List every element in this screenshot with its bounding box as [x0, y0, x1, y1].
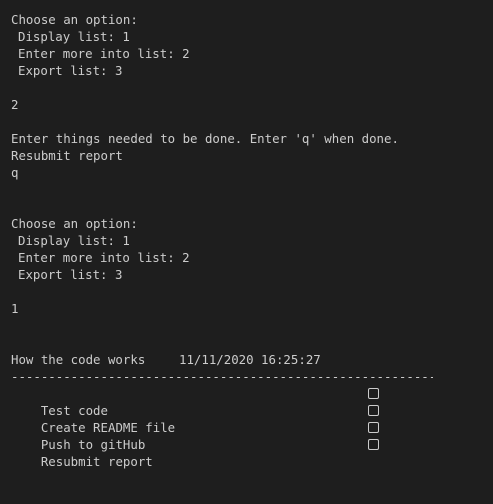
empty-checkbox-icon — [368, 405, 379, 416]
entry-instructions: Enter things needed to be done. Enter 'q… — [11, 131, 399, 146]
task-row: Create README file — [11, 402, 383, 435]
menu-option-export: Export list: 3 — [18, 63, 123, 78]
user-input: 1 — [11, 301, 19, 316]
user-input: 2 — [11, 97, 19, 112]
terminal-output[interactable]: Choose an option: Display list: 1 Enter … — [0, 0, 493, 470]
task-row: Push to gitHub — [11, 419, 383, 452]
empty-checkbox-icon — [368, 422, 379, 433]
report-header: How the code works 11/11/2020 16:25:27 — [11, 351, 493, 368]
menu-option-enter: Enter more into list: 2 — [18, 46, 190, 61]
menu-option-display: Display list: 1 — [18, 233, 130, 248]
report-separator: ----------------------------------------… — [11, 369, 433, 384]
task-label: Resubmit report — [40, 454, 153, 469]
empty-checkbox-icon — [368, 439, 379, 450]
menu-prompt: Choose an option: — [11, 216, 138, 231]
task-row: Test code — [11, 385, 383, 418]
entered-item: q — [11, 165, 19, 180]
menu-prompt: Choose an option: — [11, 12, 138, 27]
report-datetime: 11/11/2020 16:25:27 — [179, 352, 321, 367]
entered-item: Resubmit report — [11, 148, 123, 163]
task-row: Resubmit report — [11, 436, 383, 469]
report-title: How the code works — [11, 352, 146, 367]
menu-option-export: Export list: 3 — [18, 267, 123, 282]
menu-option-display: Display list: 1 — [18, 29, 130, 44]
empty-checkbox-icon — [368, 388, 379, 399]
menu-option-enter: Enter more into list: 2 — [18, 250, 190, 265]
